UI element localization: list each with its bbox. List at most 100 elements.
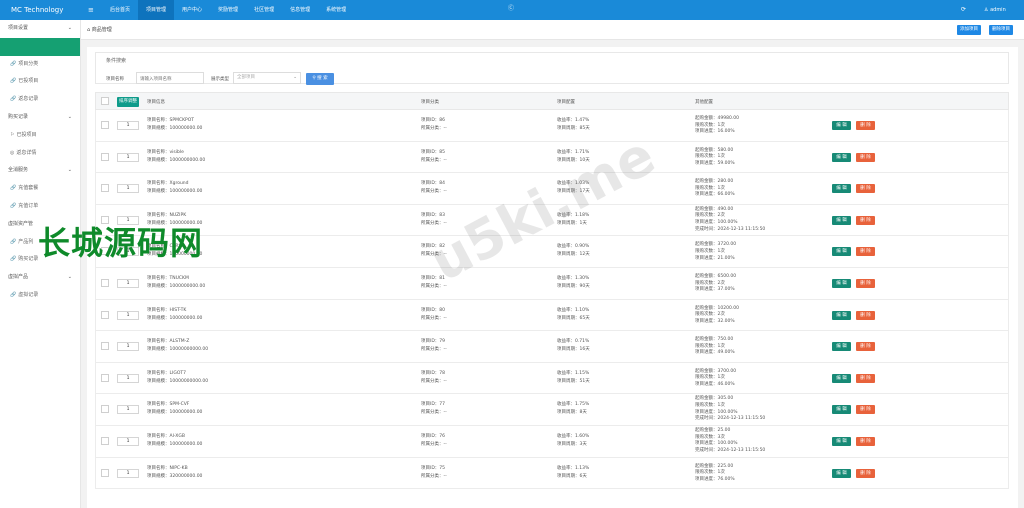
edit-button[interactable]: 编 辑 [832, 310, 851, 320]
nav-rewards[interactable]: 奖励管理 [210, 0, 246, 20]
label: 所属分类： [421, 189, 444, 195]
delete-button[interactable]: 删 除 [856, 342, 875, 352]
project-name-input[interactable] [136, 72, 204, 84]
edit-button[interactable]: 编 辑 [832, 152, 851, 162]
edit-button[interactable]: 编 辑 [832, 121, 851, 130]
delete-button[interactable]: 删 除 [856, 278, 875, 288]
delete-button[interactable]: 删 除 [856, 184, 875, 194]
yield-rate: 1.60% [575, 433, 590, 439]
row-checkbox[interactable] [101, 468, 109, 477]
project-name: Xground [169, 181, 189, 187]
link-icon: ⚐ [10, 131, 15, 138]
menu-toggle-icon[interactable]: ≡ [88, 0, 94, 20]
sidebar-item-3[interactable]: 🔗 已投项目 [0, 73, 80, 91]
delete-button[interactable]: 删 除 [856, 468, 875, 478]
edit-button[interactable]: 编 辑 [832, 184, 851, 194]
select-all-checkbox[interactable] [101, 97, 109, 105]
nav-home[interactable]: 后台首页 [102, 0, 138, 20]
nav-project-management[interactable]: 项目管理 [138, 0, 175, 20]
project-info: 项目名称：SPMCKPOT 项目规模：100000000.00 [147, 117, 202, 133]
label: 项目进度： [695, 441, 718, 447]
label: 项目规模： [147, 347, 170, 353]
delete-button[interactable]: 删 除 [856, 121, 875, 130]
sidebar-item-0[interactable]: 项目设置 ⌄ [0, 20, 80, 38]
sidebar-item-14[interactable]: 虚拟产品 ⌄ [0, 269, 80, 287]
delete-button[interactable]: 删 除 [856, 436, 875, 446]
label: 完成时间： [695, 447, 718, 453]
sidebar-item-6[interactable]: ⚐ 已投项目 [0, 127, 80, 145]
sidebar-item-10[interactable]: 🔗 充值订单 [0, 198, 80, 216]
sort-input[interactable]: 1 [117, 278, 139, 288]
sidebar-item-2[interactable]: 🔗 项目分类 [0, 56, 80, 74]
sidebar-item-4[interactable]: 🔗 返息记录 [0, 91, 80, 109]
sidebar-item-9[interactable]: 🔗 充值套餐 [0, 180, 80, 198]
edit-button[interactable]: 编 辑 [832, 342, 851, 352]
row-checkbox[interactable] [101, 436, 109, 445]
edit-button[interactable]: 编 辑 [832, 215, 851, 225]
project-config: 收益率：1.75% 项目周期：8天 [557, 401, 589, 417]
sidebar-item-8[interactable]: 全消服务 ⌄ [0, 162, 80, 180]
delete-project-button[interactable]: 删除项目 [989, 25, 1013, 35]
delete-button[interactable]: 删 除 [856, 215, 875, 225]
row-checkbox[interactable] [101, 121, 109, 129]
nav-system[interactable]: 系统管理 [318, 0, 354, 20]
label: 项目进度： [695, 287, 718, 293]
edit-button[interactable]: 编 辑 [832, 373, 851, 383]
sort-input[interactable]: 1 [117, 184, 139, 194]
label: 项目进度： [695, 219, 718, 225]
edit-button[interactable]: 编 辑 [832, 278, 851, 288]
sort-input[interactable]: 1 [117, 468, 139, 478]
min-amount: 3720.00 [717, 242, 737, 248]
sort-adjust-button[interactable]: 排序调整 [117, 97, 139, 107]
label: 限购次数： [695, 402, 718, 408]
row-checkbox[interactable] [101, 342, 109, 351]
delete-button[interactable]: 删 除 [856, 405, 875, 415]
sidebar-item-5[interactable]: 购买记录 ⌄ [0, 109, 80, 127]
row-checkbox[interactable] [101, 184, 109, 193]
sidebar-item-label: 虚拟产品 [8, 274, 29, 281]
user-menu[interactable]: ♙ admin [984, 0, 1006, 20]
delete-button[interactable]: 删 除 [856, 310, 875, 320]
home-icon[interactable]: ⌂ [87, 27, 90, 33]
add-project-button[interactable]: 添加项目 [957, 25, 981, 35]
edit-button[interactable]: 编 辑 [832, 247, 851, 257]
nav-user-center[interactable]: 用户中心 [174, 0, 210, 20]
delete-button[interactable]: 删 除 [856, 373, 875, 383]
table-header: 排序调整 项目信息 项目分类 项目配置 其他配置 [95, 92, 1009, 110]
sidebar-item-7[interactable]: ◎ 返息详情 [0, 145, 80, 163]
sort-input[interactable]: 1 [117, 152, 139, 162]
row-checkbox[interactable] [101, 310, 109, 319]
delete-button[interactable]: 删 除 [856, 152, 875, 162]
edit-button[interactable]: 编 辑 [832, 468, 851, 478]
row-checkbox[interactable] [101, 278, 109, 287]
project-scale: 1000000000.00 [169, 157, 206, 163]
sort-input[interactable]: 1 [117, 342, 139, 352]
row-checkbox[interactable] [101, 405, 109, 414]
label: 起购金额： [695, 337, 718, 343]
search-button[interactable]: ⚲ 搜 索 [306, 73, 334, 85]
refresh-icon[interactable]: ⟳ [961, 0, 966, 20]
type-select[interactable]: 全部项目 ⌄ [233, 72, 301, 84]
nav-community[interactable]: 社区管理 [246, 0, 282, 20]
sidebar-item-label: 已投项目 [18, 78, 39, 85]
header-other: 其他配置 [695, 100, 713, 105]
sort-input[interactable]: 1 [117, 310, 139, 320]
label: 限购次数： [695, 154, 718, 160]
edit-button[interactable]: 编 辑 [832, 405, 851, 415]
label: 所属分类： [421, 410, 444, 416]
sort-input[interactable]: 1 [117, 121, 139, 130]
project-progress: 37.00% [717, 287, 735, 293]
label: 限购次数： [695, 343, 718, 349]
sort-input[interactable]: 1 [117, 436, 139, 446]
edit-button[interactable]: 编 辑 [832, 436, 851, 446]
sidebar-item-1[interactable] [0, 37, 80, 56]
sort-input[interactable]: 1 [117, 405, 139, 415]
row-checkbox[interactable] [101, 152, 109, 161]
nav-info[interactable]: 信息管理 [282, 0, 318, 20]
delete-button[interactable]: 删 除 [856, 247, 875, 257]
purchase-limit: 2次 [717, 312, 725, 318]
row-checkbox[interactable] [101, 373, 109, 382]
label: 起购金额： [695, 116, 718, 121]
sort-input[interactable]: 1 [117, 373, 139, 383]
sidebar-item-15[interactable]: 🔗 虚拟记录 [0, 287, 80, 305]
